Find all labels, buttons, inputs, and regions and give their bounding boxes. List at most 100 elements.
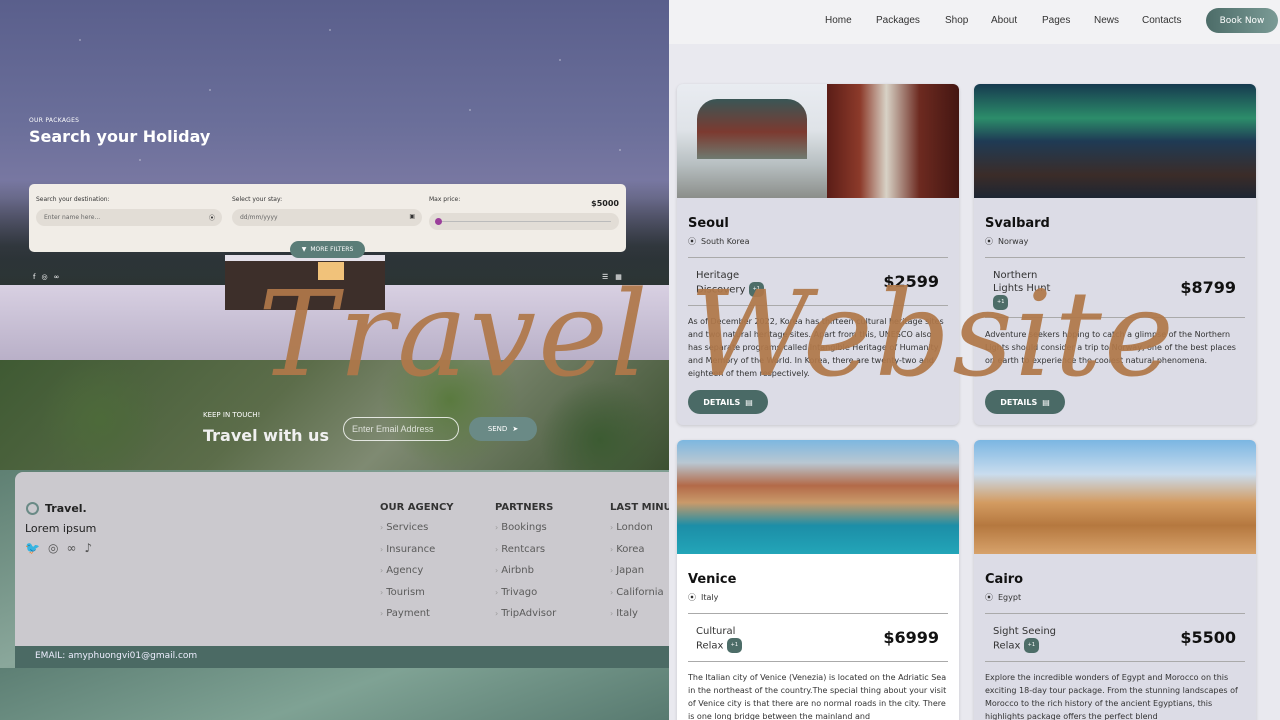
package-tags: Northern Lights Hunt +1 <box>993 269 1053 310</box>
nav-contacts[interactable]: Contacts <box>1142 15 1181 26</box>
footer-logo[interactable]: Travel. <box>26 502 87 515</box>
package-image <box>974 440 1256 554</box>
stay-label: Select your stay: <box>232 196 283 203</box>
footer-link[interactable]: › Services <box>380 522 454 544</box>
instagram-icon[interactable]: ◎ <box>48 541 58 555</box>
package-tags: Cultural Relax +1 <box>696 625 766 653</box>
divider <box>985 661 1245 662</box>
filter-icon: ▼ <box>301 246 307 253</box>
footer-link-label: Japan <box>616 565 645 576</box>
newsletter-title: Travel with us <box>203 426 329 445</box>
footer-social-links: 🐦 ◎ ∞ ♪ <box>25 541 92 555</box>
package-name: Cairo <box>985 572 1024 587</box>
footer-link[interactable]: › Japan <box>610 565 669 587</box>
footer-column-partners: PARTNERS › Bookings › Rentcars › Airbnb › Tr… <box>495 502 556 630</box>
package-price: $8799 <box>1180 278 1236 297</box>
footer-bottom-background <box>0 668 669 720</box>
package-tags-label: Northern Lights Hunt <box>993 270 1051 294</box>
destination-input[interactable]: Enter name here... ⦿ <box>36 209 222 226</box>
footer-link-label: Agency <box>386 565 424 576</box>
footer-link[interactable]: › Korea <box>610 544 669 566</box>
facebook-icon[interactable]: f <box>33 273 35 281</box>
list-view-icon[interactable]: ☰ <box>602 273 608 281</box>
nav-pages[interactable]: Pages <box>1042 15 1070 26</box>
chevron-right-icon: › <box>380 587 384 597</box>
details-button[interactable]: DETAILS ▤ <box>688 390 768 414</box>
max-price-value: $5000 <box>591 199 619 208</box>
footer-link[interactable]: › Airbnb <box>495 565 556 587</box>
footer-link[interactable]: › Insurance <box>380 544 454 566</box>
footer-column-title: OUR AGENCY <box>380 502 454 513</box>
footer-link[interactable]: › Trivago <box>495 587 556 609</box>
left-panel: OUR PACKAGES Search your Holiday Search … <box>0 0 669 720</box>
destination-label: Search your destination: <box>36 196 110 203</box>
package-tags: Sight Seeing Relax +1 <box>993 625 1073 653</box>
location-pin-icon: ⦿ <box>688 593 696 602</box>
nav-home[interactable]: Home <box>825 15 852 26</box>
twitter-icon[interactable]: 🐦 <box>25 541 40 555</box>
package-price: $6999 <box>883 628 939 647</box>
chevron-right-icon: › <box>495 544 499 554</box>
footer-tagline: Lorem ipsum <box>25 522 97 535</box>
footer-link-label: Korea <box>616 543 645 555</box>
details-button[interactable]: DETAILS ▤ <box>985 390 1065 414</box>
nav-about[interactable]: About <box>991 15 1017 26</box>
price-slider-track <box>437 221 611 222</box>
price-slider[interactable] <box>429 213 619 230</box>
hero-social-links: f ◎ ∞ <box>33 273 59 281</box>
destination-field: Search your destination: Enter name here… <box>36 196 222 226</box>
chevron-right-icon: › <box>610 566 614 575</box>
nav-shop[interactable]: Shop <box>945 15 968 26</box>
footer-link-label: California <box>616 586 664 598</box>
footer-link[interactable]: › TripAdvisor <box>495 608 556 630</box>
footer-link[interactable]: › Italy <box>610 608 669 630</box>
email-input[interactable]: Enter Email Address <box>343 417 459 441</box>
footer-column-title: LAST MINUTE <box>610 502 669 513</box>
package-description: The Italian city of Venice (Venezia) is … <box>688 673 947 720</box>
hero-section <box>0 0 669 360</box>
package-card-cairo[interactable]: Cairo ⦿ Egypt Sight Seeing Relax +1 $550… <box>974 440 1256 720</box>
more-filters-button[interactable]: ▼ MORE FILTERS <box>290 241 365 258</box>
footer-link[interactable]: › Bookings <box>495 522 556 544</box>
package-price: $2599 <box>883 272 939 291</box>
view-toggle: ☰ ▦ <box>602 273 622 281</box>
footer-link-label: Italy <box>616 608 638 619</box>
package-card-seoul[interactable]: Seoul ⦿ South Korea Heritage Discovery +… <box>677 84 959 425</box>
tripadvisor-icon[interactable]: ∞ <box>66 541 76 555</box>
tag-count-badge[interactable]: +1 <box>726 638 743 653</box>
chevron-right-icon: › <box>380 566 384 575</box>
tag-count-badge[interactable]: +1 <box>1023 638 1040 653</box>
footer-link[interactable]: › London <box>610 522 669 544</box>
footer-link[interactable]: › Payment <box>380 608 454 630</box>
nav-packages[interactable]: Packages <box>876 15 920 26</box>
package-card-svalbard[interactable]: Svalbard ⦿ Norway Northern Lights Hunt +… <box>974 84 1256 425</box>
instagram-icon[interactable]: ◎ <box>41 273 47 281</box>
package-card-venice[interactable]: Venice ⦿ Italy Cultural Relax +1 $6999 T… <box>677 440 959 720</box>
package-image <box>677 440 959 554</box>
hero-cabin-image <box>225 255 385 310</box>
grid-view-icon[interactable]: ▦ <box>615 273 622 281</box>
calendar-icon[interactable]: ▣ <box>409 213 415 220</box>
footer-link[interactable]: › Rentcars <box>495 544 556 566</box>
clipboard-icon: ▤ <box>745 397 753 407</box>
send-button[interactable]: SEND ➤ <box>469 417 537 441</box>
hero-cabin-window <box>318 262 344 280</box>
tag-count-badge[interactable]: +1 <box>748 282 764 297</box>
tiktok-icon[interactable]: ♪ <box>84 541 92 555</box>
location-pin-icon: ⦿ <box>688 237 696 246</box>
footer-link[interactable]: › Agency <box>380 565 454 587</box>
package-description: Explore the incredible wonders of Egypt … <box>985 673 1238 720</box>
chevron-right-icon: › <box>380 609 384 618</box>
book-now-button[interactable]: Book Now <box>1206 8 1278 33</box>
nav-news[interactable]: News <box>1094 15 1119 26</box>
footer-link-label: London <box>616 522 653 533</box>
footer-link[interactable]: › Tourism <box>380 587 454 609</box>
package-tags-label: Heritage Discovery <box>696 270 746 296</box>
divider <box>688 661 948 662</box>
price-slider-thumb[interactable] <box>435 218 442 225</box>
stay-date-input[interactable]: dd/mm/yyyy ▣ <box>232 209 422 226</box>
tripadvisor-icon[interactable]: ∞ <box>54 273 60 281</box>
divider <box>688 257 948 258</box>
footer-link[interactable]: › California <box>610 587 669 609</box>
tag-count-badge[interactable]: +1 <box>993 295 1009 310</box>
